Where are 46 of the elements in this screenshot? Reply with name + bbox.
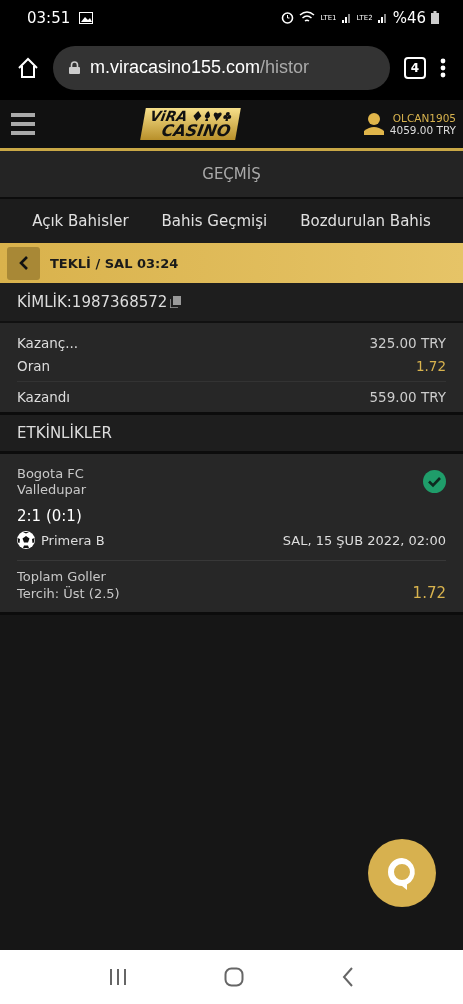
- signal-icon: [341, 12, 352, 23]
- bet-title: TEKLİ / SAL 03:24: [50, 255, 179, 271]
- more-icon[interactable]: [440, 57, 446, 78]
- tab[interactable]: Bozdurulan Bahis: [300, 212, 431, 230]
- market-name: Toplam Goller: [17, 569, 107, 584]
- balance: 4059.00 TRY: [389, 124, 456, 136]
- image-icon: [79, 11, 94, 24]
- user-icon[interactable]: [363, 113, 384, 135]
- menu-icon[interactable]: [11, 113, 35, 135]
- lock-icon: [69, 61, 80, 74]
- status-time: 03:51: [27, 8, 71, 27]
- address-bar[interactable]: m.viracasino155.com/histor: [53, 45, 390, 90]
- summary-label: Kazanç...: [17, 334, 79, 351]
- tab-count-button[interactable]: 4: [404, 56, 426, 79]
- league-name: Primera B: [41, 532, 105, 548]
- copy-icon[interactable]: [170, 296, 182, 308]
- match-date: SAL, 15 ŞUB 2022, 02:00: [282, 532, 446, 548]
- score: 2:1 (0:1): [17, 507, 83, 525]
- battery-icon: [431, 11, 439, 24]
- team-name: Bogota FC: [17, 466, 85, 481]
- pick-text: Tercih: Üst (2.5): [17, 585, 120, 601]
- back-icon[interactable]: [342, 967, 355, 987]
- card-suits-icon: [191, 111, 234, 121]
- signal-icon: [377, 12, 388, 23]
- summary-value: 559.00 TRY: [369, 389, 446, 405]
- section-title: ETKİNLİKLER: [17, 424, 112, 442]
- chevron-left-icon: [18, 256, 29, 270]
- tab[interactable]: Açık Bahisler: [32, 212, 129, 230]
- alarm-icon: [281, 11, 295, 24]
- recents-icon[interactable]: [108, 968, 127, 986]
- pick-odds: 1.72: [412, 584, 446, 602]
- football-icon: [17, 531, 35, 549]
- logo[interactable]: ViRA CASINO: [140, 108, 241, 140]
- summary-value: 1.72: [415, 357, 446, 374]
- back-button[interactable]: [7, 246, 40, 280]
- url-text: m.viracasino155.com/histor: [90, 57, 310, 78]
- summary-label: Oran: [17, 357, 50, 374]
- username: OLCAN1905: [392, 112, 456, 124]
- summary-value: 325.00 TRY: [369, 334, 446, 351]
- tab[interactable]: Bahis Geçmişi: [161, 212, 268, 230]
- wifi-icon: [299, 11, 316, 24]
- battery-percent: %46: [392, 8, 426, 27]
- team-name: Valledupar: [17, 482, 87, 497]
- bet-id: KİMLİK:1987368572: [17, 293, 168, 311]
- page-title: GEÇMİŞ: [202, 165, 261, 183]
- summary-label: Kazandı: [17, 389, 71, 405]
